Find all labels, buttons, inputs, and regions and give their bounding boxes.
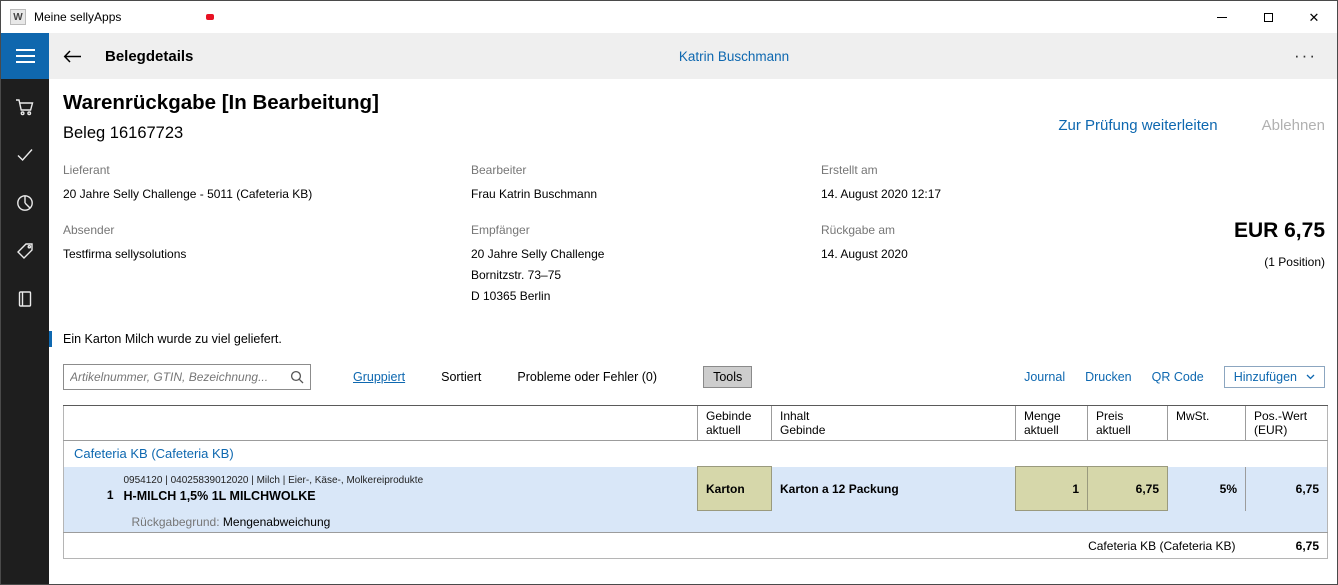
window-title: Meine sellyApps <box>34 10 121 24</box>
header-gebinde: Gebindeaktuell <box>698 406 772 441</box>
sidebar-item-reports[interactable] <box>1 179 49 227</box>
document-total: EUR 6,75 (1 Position) <box>1234 219 1325 269</box>
header-mwst: MwSt. <box>1168 406 1246 441</box>
checkmark-icon <box>15 145 35 165</box>
sidebar-item-cart[interactable] <box>1 83 49 131</box>
problems-filter[interactable]: Probleme oder Fehler (0) <box>517 370 657 384</box>
sorted-toggle[interactable]: Sortiert <box>441 370 481 384</box>
chevron-down-icon <box>1306 374 1315 380</box>
tag-icon <box>15 241 35 261</box>
cell-menge[interactable]: 1 <box>1016 467 1088 511</box>
forward-for-review-button[interactable]: Zur Prüfung weiterleiten <box>1058 117 1217 134</box>
app-logo-icon: W <box>10 9 26 25</box>
add-button-label: Hinzufügen <box>1234 370 1297 384</box>
document-fields: Lieferant 20 Jahre Selly Challenge - 501… <box>63 163 1325 307</box>
table-footer-row: Cafeteria KB (Cafeteria KB) 6,75 <box>64 533 1328 559</box>
header-menge: Mengeaktuell <box>1016 406 1088 441</box>
book-icon <box>15 289 35 309</box>
return-reason-value: Mengenabweichung <box>223 515 330 529</box>
document-note: Ein Karton Milch wurde zu viel geliefert… <box>49 331 1325 347</box>
hamburger-menu-button[interactable] <box>1 33 49 79</box>
return-reason-row: Rückgabegrund: Mengenabweichung <box>64 511 1328 533</box>
header-inhalt: InhaltGebinde <box>772 406 1016 441</box>
close-button[interactable]: ✕ <box>1291 1 1337 33</box>
row-article-name: H-MILCH 1,5% 1L MILCHWOLKE <box>124 489 424 503</box>
titlebar: W Meine sellyApps ✕ <box>1 1 1337 33</box>
header-description <box>90 406 698 441</box>
field-empfaenger: Empfänger 20 Jahre Selly Challenge Borni… <box>471 223 821 307</box>
table-row[interactable]: 1 0954120 | 04025839012020 | Milch | Eie… <box>64 467 1328 511</box>
toolbar-right: Journal Drucken QR Code Hinzufügen <box>1024 366 1325 388</box>
document-header: Warenrückgabe [In Bearbeitung] Beleg 161… <box>63 91 1325 143</box>
close-icon: ✕ <box>1309 11 1320 24</box>
print-link[interactable]: Drucken <box>1085 370 1132 384</box>
group-header-row[interactable]: Cafeteria KB (Cafeteria KB) <box>64 441 1328 467</box>
field-absender: Absender Testfirma sellysolutions <box>63 223 471 307</box>
add-button[interactable]: Hinzufügen <box>1224 366 1325 388</box>
back-button[interactable] <box>49 33 95 79</box>
total-amount: EUR 6,75 <box>1234 219 1325 243</box>
items-toolbar: Gruppiert Sortiert Probleme oder Fehler … <box>63 363 1325 391</box>
row-description-cell: 1 0954120 | 04025839012020 | Milch | Eie… <box>90 467 698 511</box>
back-arrow-icon <box>63 50 82 63</box>
app-header: Belegdetails Katrin Buschmann ··· <box>1 33 1337 79</box>
cell-poswert: 6,75 <box>1246 467 1328 511</box>
cell-gebinde[interactable]: Karton <box>698 467 772 511</box>
grouped-toggle[interactable]: Gruppiert <box>353 370 405 384</box>
return-reason-cell: Rückgabegrund: Mengenabweichung <box>90 511 1328 533</box>
minimize-button[interactable] <box>1199 1 1245 33</box>
notification-dot <box>206 14 214 20</box>
maximize-icon <box>1264 13 1273 22</box>
app-window: { "colors": { "accent": "#0e68b0", "side… <box>0 0 1338 585</box>
sidebar-item-tasks[interactable] <box>1 131 49 179</box>
group-header-label: Cafeteria KB (Cafeteria KB) <box>64 441 1328 467</box>
search-box <box>63 364 311 390</box>
pie-chart-icon <box>15 193 35 213</box>
row-select-cell <box>64 467 90 511</box>
field-lieferant: Lieferant 20 Jahre Selly Challenge - 501… <box>63 163 471 205</box>
window-controls: ✕ <box>1199 1 1337 33</box>
footer-group-total: 6,75 <box>1246 533 1328 559</box>
cart-icon <box>15 97 35 117</box>
footer-group-label: Cafeteria KB (Cafeteria KB) <box>64 533 1246 559</box>
note-accent-bar <box>49 331 52 347</box>
cell-mwst: 5% <box>1168 467 1246 511</box>
row-number: 1 <box>90 476 124 502</box>
tools-button[interactable]: Tools <box>703 366 752 388</box>
page-title: Belegdetails <box>105 48 193 65</box>
user-name[interactable]: Katrin Buschmann <box>679 49 789 64</box>
header-empty-narrow <box>64 406 90 441</box>
document-actions: Zur Prüfung weiterleiten Ablehnen <box>1058 117 1325 134</box>
user-name-container: Katrin Buschmann <box>1 33 1337 79</box>
maximize-button[interactable] <box>1245 1 1291 33</box>
header-poswert: Pos.-Wert(EUR) <box>1246 406 1328 441</box>
main-content: Warenrückgabe [In Bearbeitung] Beleg 161… <box>49 79 1337 584</box>
total-positions: (1 Position) <box>1234 255 1325 269</box>
document-title: Warenrückgabe [In Bearbeitung] <box>63 91 1325 115</box>
more-button[interactable]: ··· <box>1274 33 1337 79</box>
menu-icon <box>16 49 35 51</box>
return-reason-label: Rückgabegrund: <box>132 515 220 529</box>
sidebar-item-journal[interactable] <box>1 275 49 323</box>
cell-preis[interactable]: 6,75 <box>1088 467 1168 511</box>
table-header-row: Gebindeaktuell InhaltGebinde Mengeaktuel… <box>64 406 1328 441</box>
note-text: Ein Karton Milch wurde zu viel geliefert… <box>63 332 282 346</box>
journal-link[interactable]: Journal <box>1024 370 1065 384</box>
positions-table: Gebindeaktuell InhaltGebinde Mengeaktuel… <box>63 405 1328 559</box>
field-erstellt-am: Erstellt am 14. August 2020 12:17 <box>821 163 1325 205</box>
cell-inhalt[interactable]: Karton a 12 Packung <box>772 467 1016 511</box>
row-meta: 0954120 | 04025839012020 | Milch | Eier-… <box>124 475 424 486</box>
reject-button[interactable]: Ablehnen <box>1262 117 1325 134</box>
header-preis: Preisaktuell <box>1088 406 1168 441</box>
field-bearbeiter: Bearbeiter Frau Katrin Buschmann <box>471 163 821 205</box>
search-input[interactable] <box>64 365 290 389</box>
sidebar <box>1 79 49 584</box>
search-icon[interactable] <box>290 370 304 384</box>
sidebar-item-prices[interactable] <box>1 227 49 275</box>
minimize-icon <box>1217 17 1227 18</box>
qr-code-link[interactable]: QR Code <box>1152 370 1204 384</box>
